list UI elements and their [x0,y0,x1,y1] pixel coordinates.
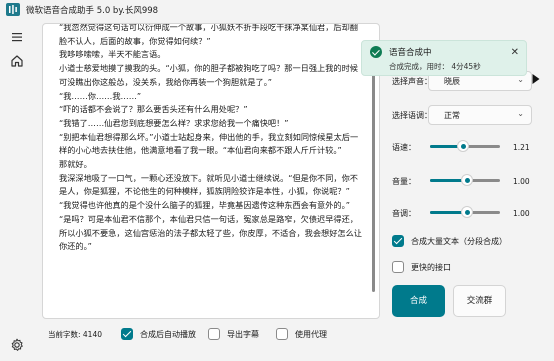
pitch-slider[interactable] [430,174,500,186]
hamburger-icon[interactable] [9,29,25,45]
pitch-thumb[interactable] [461,174,473,186]
notification-toast: 语音合成中 合成完成，用时： 4分45秒 ✕ [361,40,527,76]
editor-scrollbar[interactable] [372,56,375,292]
volume-slider[interactable] [430,206,500,218]
pitch-label: 音量： [392,177,416,186]
pitch-value: 1.00 [513,177,530,186]
batch-text-option[interactable]: 合成大量文本（分段合成） [392,235,507,247]
voice-label: 选择声音： [392,77,432,86]
auto-play-label: 合成后自动播放 [140,329,196,339]
text-editor[interactable]: “我忽然觉得这句话可以衍伸成一个故事，小狐妖不折手段吃干抹净某仙君，后却翻脸不认… [42,23,380,319]
community-button[interactable]: 交流群 [453,285,506,317]
rate-label: 语速： [392,143,416,152]
volume-value: 1.00 [513,209,530,218]
toast-message: 合成完成，用时： 4分45秒 [389,62,481,71]
success-check-icon [370,46,382,58]
tone-label: 选择语调： [392,111,432,120]
use-proxy-label: 使用代理 [295,329,327,339]
rate-value: 1.21 [513,143,530,152]
auto-play-option[interactable]: 合成后自动播放 [121,328,196,340]
use-proxy-checkbox[interactable] [276,328,288,340]
batch-text-checkbox[interactable] [392,235,404,247]
export-subtitle-label: 导出字幕 [227,329,259,339]
play-icon[interactable] [531,72,541,86]
title-bar: 微软语音合成助手 5.0 by.长风998 [0,0,554,20]
volume-label: 音调： [392,209,416,218]
window-title: 微软语音合成助手 5.0 by.长风998 [26,6,159,16]
audio-sliders-icon [6,3,20,16]
use-proxy-option[interactable]: 使用代理 [276,328,327,340]
side-nav [0,20,34,361]
volume-thumb[interactable] [461,206,473,218]
batch-text-label: 合成大量文本（分段合成） [411,236,507,246]
auto-play-checkbox[interactable] [121,328,133,340]
faster-api-checkbox[interactable] [392,261,404,273]
voice-value: 晓辰 [444,77,460,86]
home-icon[interactable] [9,53,25,69]
chevron-down-icon: ⌄ [517,75,524,84]
editor-content[interactable]: “我忽然觉得这句话可以衍伸成一个故事，小狐妖不折手段吃干抹净某仙君，后却翻脸不认… [59,24,363,254]
toast-title: 语音合成中 [389,48,432,58]
rate-slider[interactable] [430,140,500,152]
rate-thumb[interactable] [457,140,469,152]
faster-api-label: 更快的接口 [411,262,451,272]
word-count: 当前字数: 4140 [48,330,102,339]
close-icon[interactable]: ✕ [511,47,519,58]
export-subtitle-option[interactable]: 导出字幕 [208,328,259,340]
export-subtitle-checkbox[interactable] [208,328,220,340]
faster-api-option[interactable]: 更快的接口 [392,261,451,273]
tone-value: 正常 [444,111,460,120]
chevron-down-icon: ⌄ [517,109,524,118]
synthesize-button[interactable]: 合成 [392,285,445,317]
gear-icon[interactable] [9,337,25,353]
tone-select[interactable]: 正常 ⌄ [428,105,532,125]
